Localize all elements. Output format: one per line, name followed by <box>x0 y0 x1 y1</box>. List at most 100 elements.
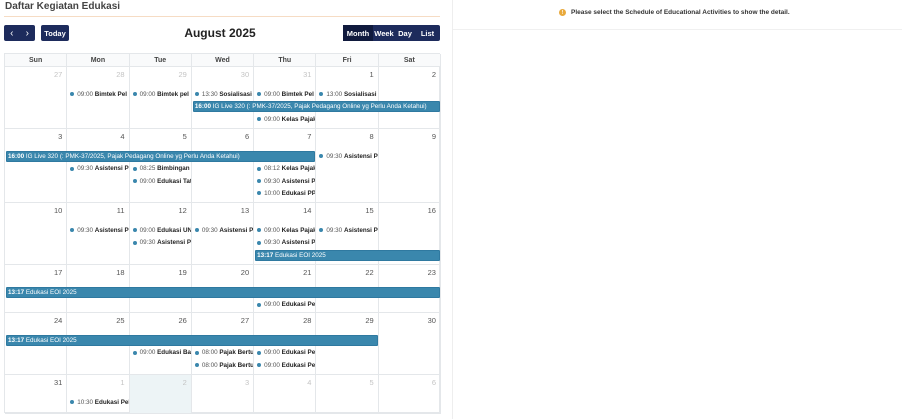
event-time: 09:00 <box>139 177 158 185</box>
day-number[interactable]: 31 <box>303 70 311 79</box>
day-cell[interactable]: 6 <box>378 375 441 414</box>
event-item[interactable]: 09:30 Asistensi Pe <box>131 237 191 248</box>
view-week-button[interactable]: Week <box>373 25 395 41</box>
event-dot-icon <box>132 166 137 171</box>
event-item[interactable]: 09:00 Kelas Pajak <box>255 114 315 125</box>
day-number[interactable]: 6 <box>432 378 436 387</box>
view-month-button[interactable]: Month <box>343 25 373 41</box>
day-number[interactable]: 23 <box>428 268 436 277</box>
day-number[interactable]: 18 <box>116 268 124 277</box>
day-number[interactable]: 29 <box>179 70 187 79</box>
event-bar[interactable]: 16:00 IG Live 320 (: PMK-37/2025, Pajak … <box>192 101 440 113</box>
day-number[interactable]: 21 <box>303 268 311 277</box>
day-number[interactable]: 19 <box>179 268 187 277</box>
event-item[interactable]: 08:00 Pajak Bertu <box>193 347 253 358</box>
day-cell[interactable]: 3 <box>191 375 255 414</box>
day-number[interactable]: 6 <box>245 132 249 141</box>
next-month-button[interactable]: › <box>20 25 36 41</box>
day-number[interactable]: 29 <box>365 316 373 325</box>
day-number[interactable]: 25 <box>116 316 124 325</box>
day-cell[interactable]: 5 <box>316 375 379 414</box>
day-number[interactable]: 1 <box>370 70 374 79</box>
day-cell[interactable]: 2 <box>378 67 441 129</box>
day-number[interactable]: 5 <box>183 132 187 141</box>
day-cell[interactable]: 9 <box>378 129 441 203</box>
event-item[interactable]: 09:30 Asistensi Pe <box>68 163 129 174</box>
day-number[interactable]: 30 <box>241 70 249 79</box>
event-item[interactable]: 09:00 Edukasi Per <box>255 360 315 371</box>
event-item[interactable]: 13:00 Sosialisasi I <box>317 89 378 100</box>
day-number[interactable]: 28 <box>116 70 124 79</box>
day-number[interactable]: 2 <box>183 378 187 387</box>
event-item[interactable]: 09:00 Bimtek Pel <box>68 89 128 100</box>
day-number[interactable]: 28 <box>303 316 311 325</box>
day-number[interactable]: 13 <box>241 206 249 215</box>
event-bar[interactable]: 13:17 Edukasi EOI 2025 <box>255 249 440 261</box>
day-cell[interactable]: 8 <box>316 129 379 203</box>
event-item[interactable]: 09:00 Edukasi Per <box>255 299 315 310</box>
day-cell[interactable]: 1 <box>67 375 130 414</box>
day-number[interactable]: 27 <box>54 70 62 79</box>
day-number[interactable]: 26 <box>179 316 187 325</box>
event-item[interactable]: 09:00 Edukasi UN <box>131 225 191 236</box>
day-number[interactable]: 4 <box>307 378 311 387</box>
event-bar[interactable]: 16:00 IG Live 320 (: PMK-37/2025, Pajak … <box>6 151 316 162</box>
event-item[interactable]: 09:00 Bimtek pel <box>131 89 191 100</box>
event-item[interactable]: 09:00 Kelas Pajak <box>255 225 315 236</box>
today-button[interactable]: Today <box>41 25 69 41</box>
day-cell[interactable]: 3 <box>5 129 68 203</box>
weekday-header-thu: Thu <box>254 54 317 67</box>
event-bar[interactable]: 13:17 Edukasi EOI 2025 <box>6 335 378 346</box>
day-number[interactable]: 1 <box>120 378 124 387</box>
day-number[interactable]: 24 <box>54 316 62 325</box>
event-item[interactable]: 09:30 Asistensi Pe <box>68 225 129 236</box>
event-item[interactable]: 10:30 Edukasi Pel <box>68 397 129 408</box>
view-list-button[interactable]: List <box>415 25 440 41</box>
prev-month-button[interactable]: ‹ <box>4 25 20 41</box>
day-number[interactable]: 17 <box>54 268 62 277</box>
day-number[interactable]: 15 <box>365 206 373 215</box>
day-cell[interactable]: 2 <box>129 375 192 414</box>
event-item[interactable]: 13:30 Sosialisasi I <box>193 89 253 100</box>
event-item[interactable]: 09:30 Asistensi Pe <box>255 237 315 248</box>
event-item[interactable]: 08:25 Bimbingan <box>131 163 191 174</box>
day-number[interactable]: 14 <box>303 206 311 215</box>
day-number[interactable]: 8 <box>370 132 374 141</box>
event-item[interactable]: 08:00 Pajak Bertu <box>193 360 253 371</box>
day-number[interactable]: 5 <box>370 378 374 387</box>
day-cell[interactable]: 30 <box>378 313 441 375</box>
event-item[interactable]: 10:00 Edukasi PPI <box>255 188 315 199</box>
day-cell[interactable]: 31 <box>5 375 68 414</box>
day-cell[interactable]: 6 <box>191 129 255 203</box>
day-number[interactable]: 4 <box>120 132 124 141</box>
day-cell[interactable]: 10 <box>5 203 68 265</box>
event-title: Edukasi Pel <box>94 399 129 406</box>
day-cell[interactable]: 27 <box>5 67 68 129</box>
day-number[interactable]: 3 <box>245 378 249 387</box>
event-item[interactable]: 08:12 Kelas Pajak <box>255 163 315 174</box>
event-item[interactable]: 09:30 Asistensi Pe <box>317 225 378 236</box>
event-bar[interactable]: 13:17 Edukasi EOI 2025 <box>6 287 440 298</box>
day-number[interactable]: 11 <box>117 206 125 215</box>
day-number[interactable]: 2 <box>432 70 436 79</box>
event-item[interactable]: 09:00 Edukasi Bag <box>131 347 191 358</box>
event-item[interactable]: 09:30 Asistensi Pe <box>255 176 315 187</box>
day-number[interactable]: 30 <box>428 316 436 325</box>
day-number[interactable]: 9 <box>432 132 436 141</box>
day-cell[interactable]: 4 <box>254 375 317 414</box>
day-number[interactable]: 27 <box>241 316 249 325</box>
event-item[interactable]: 09:00 Edukasi Tat <box>131 176 191 187</box>
day-number[interactable]: 20 <box>241 268 249 277</box>
view-day-button[interactable]: Day <box>395 25 415 41</box>
event-item[interactable]: 09:00 Bimtek Pel <box>255 89 315 100</box>
event-item[interactable]: 09:00 Edukasi Pel <box>255 347 315 358</box>
day-number[interactable]: 3 <box>58 132 62 141</box>
event-item[interactable]: 09:30 Asistensi Pe <box>317 151 378 162</box>
day-number[interactable]: 31 <box>54 378 62 387</box>
event-item[interactable]: 09:30 Asistensi Pe <box>193 225 253 236</box>
day-number[interactable]: 12 <box>179 206 187 215</box>
day-number[interactable]: 16 <box>428 206 436 215</box>
day-number[interactable]: 10 <box>54 206 62 215</box>
day-number[interactable]: 22 <box>365 268 373 277</box>
day-number[interactable]: 7 <box>307 132 311 141</box>
